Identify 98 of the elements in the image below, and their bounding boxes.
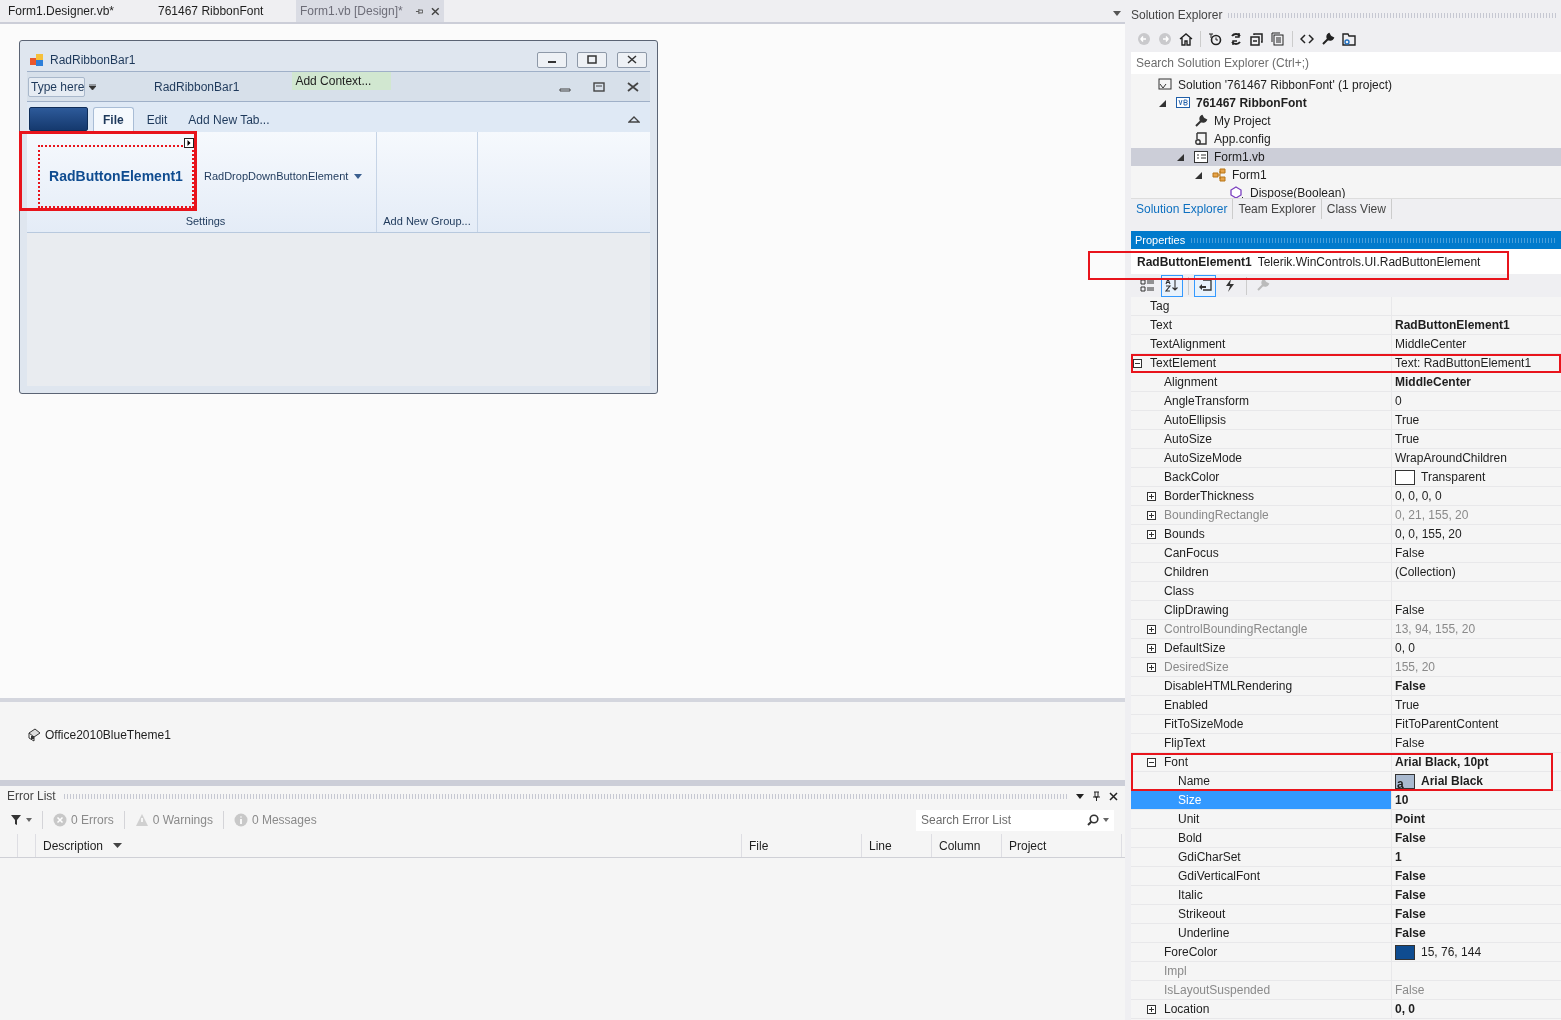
property-value[interactable]: True <box>1395 430 1420 448</box>
tree-item[interactable]: Solution '761467 RibbonFont' (1 project) <box>1131 76 1561 94</box>
property-name[interactable]: Underline <box>1131 924 1391 943</box>
property-value[interactable]: 0, 0 <box>1395 639 1415 657</box>
column-header[interactable]: Column <box>932 834 1002 857</box>
property-name[interactable]: BorderThickness <box>1131 487 1391 506</box>
component-label[interactable]: Office2010BlueTheme1 <box>45 726 171 744</box>
property-name[interactable]: Alignment <box>1131 373 1391 392</box>
quick-access-field[interactable]: Type here <box>28 76 85 97</box>
property-value[interactable]: 1 <box>1395 848 1402 866</box>
group-label[interactable]: Add New Group... <box>377 213 477 232</box>
tree-item[interactable]: 761467 RibbonFont <box>1131 94 1561 112</box>
property-value[interactable]: WrapAroundChildren <box>1395 449 1507 467</box>
property-value[interactable]: False <box>1395 905 1426 923</box>
property-value[interactable]: True <box>1395 411 1420 429</box>
property-value[interactable]: False <box>1395 677 1426 695</box>
property-name[interactable]: Tag <box>1131 297 1391 316</box>
property-name[interactable]: FlipText <box>1131 734 1391 753</box>
document-tab[interactable]: Form1.vb [Design]* <box>296 0 444 22</box>
context-button[interactable]: Add Context... <box>292 72 392 90</box>
group-label: Settings <box>184 214 227 229</box>
property-name[interactable]: DefaultSize <box>1131 639 1391 658</box>
property-value[interactable]: Arial Black, 10pt <box>1395 753 1489 771</box>
property-name[interactable]: ClipDrawing <box>1131 601 1391 620</box>
property-value[interactable]: Text: RadButtonElement1 <box>1395 354 1532 372</box>
property-value[interactable]: 10 <box>1395 791 1409 809</box>
ribbon-tab[interactable]: File <box>93 107 134 132</box>
column-header[interactable]: Project <box>1002 834 1122 857</box>
property-name[interactable]: TextAlignment <box>1131 335 1391 354</box>
property-name[interactable]: BackColor <box>1131 468 1391 487</box>
property-name[interactable]: Class <box>1131 582 1391 601</box>
column-header[interactable]: Line <box>862 834 932 857</box>
property-name[interactable]: AutoEllipsis <box>1131 411 1391 430</box>
property-name[interactable]: Enabled <box>1131 696 1391 715</box>
panel-title: Properties <box>1135 232 1186 248</box>
property-value[interactable]: MiddleCenter <box>1395 373 1471 391</box>
property-name[interactable]: Children <box>1131 563 1391 582</box>
panel-title: Solution Explorer <box>1131 7 1223 24</box>
property-value[interactable]: FitToParentContent <box>1395 715 1499 733</box>
search-field[interactable]: Search Solution Explorer (Ctrl+;) <box>1131 52 1561 74</box>
property-name[interactable]: CanFocus <box>1131 544 1391 563</box>
property-name[interactable]: DisableHTMLRendering <box>1131 677 1391 696</box>
object-selector[interactable]: RadButtonElement1 Telerik.WinControls.UI.RadButtonElement <box>1131 249 1561 274</box>
property-name[interactable]: Bounds <box>1131 525 1391 544</box>
search-field[interactable]: Search Error List <box>916 809 1114 831</box>
property-value[interactable]: False <box>1395 601 1425 619</box>
property-name[interactable]: Italic <box>1131 886 1391 905</box>
ribbon-title: RadRibbonBar1 <box>154 78 240 96</box>
tree-item[interactable]: App.config <box>1131 130 1561 148</box>
property-value[interactable]: Transparent <box>1421 468 1486 486</box>
property-value[interactable]: False <box>1395 829 1426 847</box>
property-name[interactable]: Font <box>1131 753 1391 772</box>
panel-tab[interactable]: Team Explorer <box>1233 199 1322 219</box>
property-value[interactable]: False <box>1395 886 1426 904</box>
property-name[interactable]: Text <box>1131 316 1391 335</box>
column-header[interactable]: File <box>742 834 862 857</box>
tree-item[interactable]: My Project <box>1131 112 1561 130</box>
property-value[interactable]: (Collection) <box>1395 563 1456 581</box>
property-name[interactable]: Strikeout <box>1131 905 1391 924</box>
property-value[interactable]: 0, 0, 0, 0 <box>1395 487 1442 505</box>
column-header[interactable]: Description <box>36 834 742 857</box>
property-value[interactable]: 15, 76, 144 <box>1421 943 1482 961</box>
property-name[interactable]: Bold <box>1131 829 1391 848</box>
property-name[interactable]: Unit <box>1131 810 1391 829</box>
property-name[interactable]: GdiVerticalFont <box>1131 867 1391 886</box>
panel-tab[interactable]: Solution Explorer <box>1131 199 1234 219</box>
document-tab[interactable]: 761467 RibbonFont <box>150 0 296 22</box>
property-value[interactable]: 0 <box>1395 392 1402 410</box>
property-value[interactable]: Arial Black <box>1421 772 1484 790</box>
property-value[interactable]: 0, 0 <box>1395 1000 1415 1018</box>
font-preview: a <box>1395 773 1415 789</box>
property-name[interactable]: AngleTransform <box>1131 392 1391 411</box>
property-value[interactable]: False <box>1395 867 1426 885</box>
ribbon-tab[interactable]: Add New Tab... <box>180 107 278 132</box>
property-value[interactable]: False <box>1395 544 1425 562</box>
panel-tab[interactable]: Class View <box>1321 199 1392 219</box>
tree-item[interactable]: Dispose(Boolean) <box>1131 184 1561 202</box>
property-name[interactable]: GdiCharSet <box>1131 848 1391 867</box>
document-tab[interactable]: Form1.Designer.vb* <box>0 0 150 22</box>
property-value[interactable]: 0, 0, 155, 20 <box>1395 525 1462 543</box>
property-value[interactable]: MiddleCenter <box>1395 335 1467 353</box>
property-value[interactable]: Point <box>1395 810 1425 828</box>
panel-title: Error List <box>7 788 56 805</box>
dropdown-button[interactable]: RadDropDownButtonElement <box>204 167 363 185</box>
tree-item[interactable]: Form1.vb <box>1131 148 1561 166</box>
property-name[interactable]: FitToSizeMode <box>1131 715 1391 734</box>
property-value[interactable]: False <box>1395 734 1425 752</box>
property-name[interactable]: AutoSizeMode <box>1131 449 1391 468</box>
property-value[interactable]: True <box>1395 696 1420 714</box>
property-name[interactable]: TextElement <box>1131 354 1391 373</box>
property-value[interactable]: False <box>1395 924 1426 942</box>
ribbon-tab[interactable]: Edit <box>138 107 176 132</box>
property-name[interactable]: ForeColor <box>1131 943 1391 962</box>
property-name[interactable]: Location <box>1131 1000 1391 1019</box>
window-title: RadRibbonBar1 <box>50 51 136 69</box>
property-value[interactable]: RadButtonElement1 <box>1395 316 1510 334</box>
tree-item[interactable]: Form1 <box>1131 166 1561 184</box>
property-name[interactable]: AutoSize <box>1131 430 1391 449</box>
